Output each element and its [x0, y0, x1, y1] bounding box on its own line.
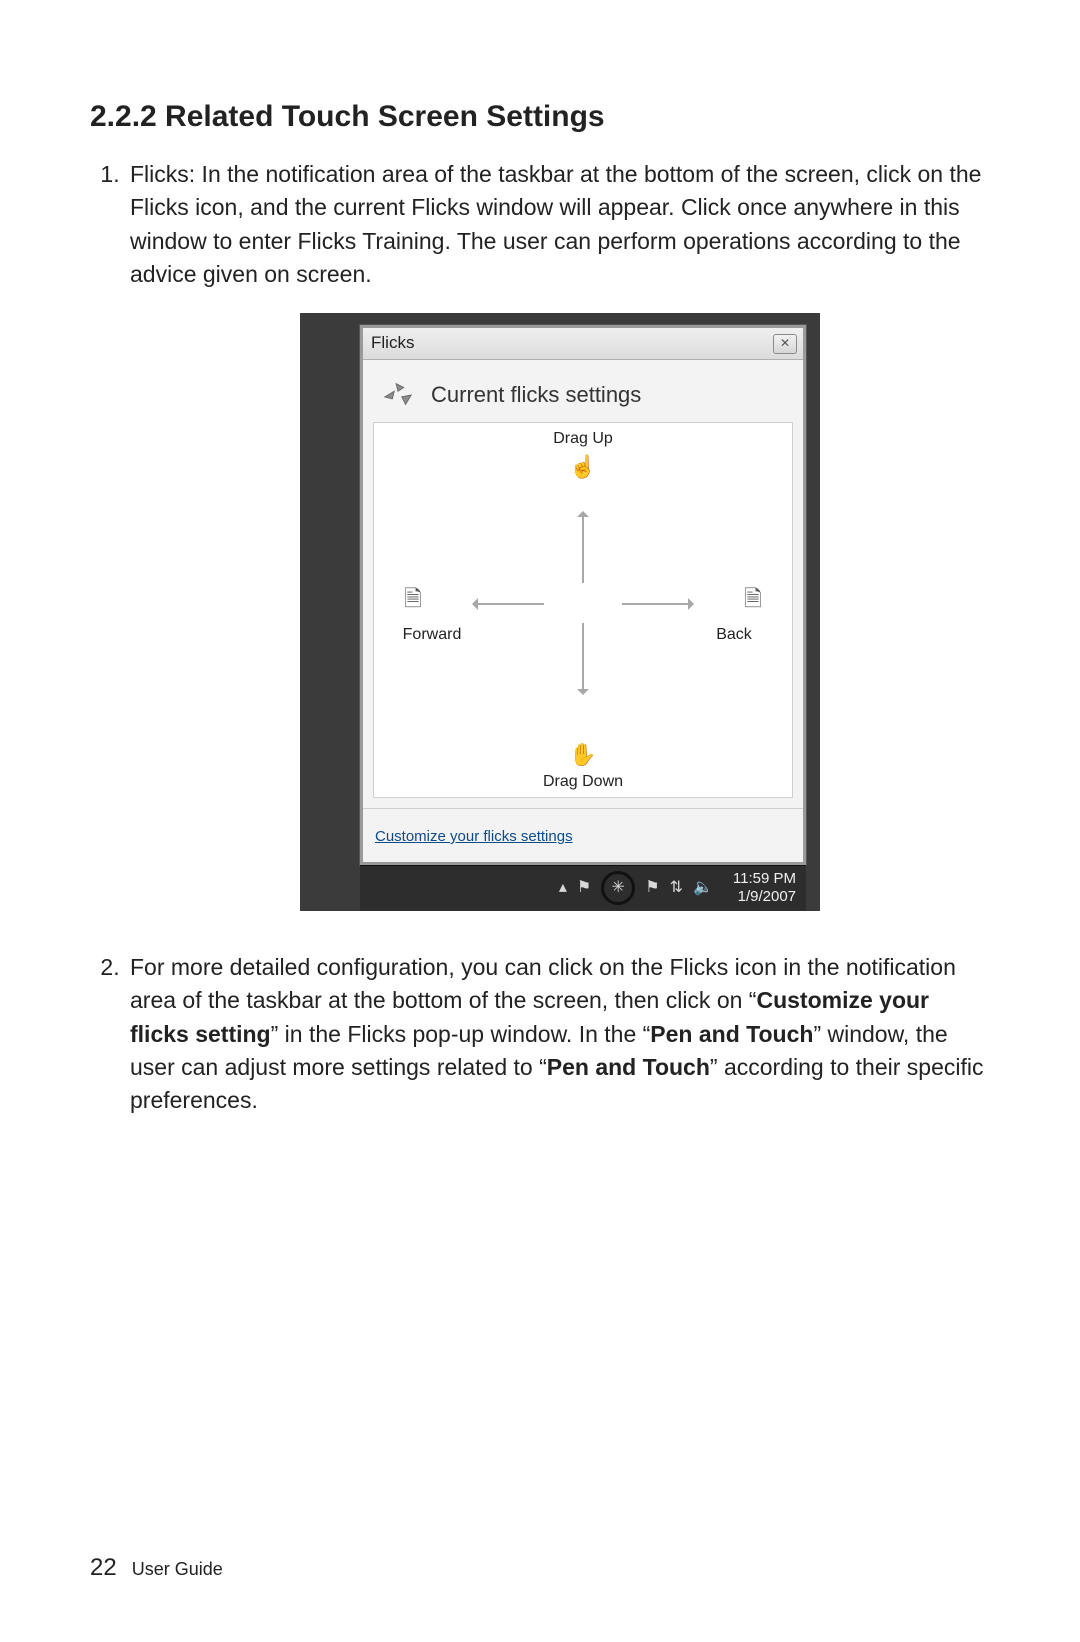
flicks-window-title: Flicks [371, 331, 414, 356]
taskbar: ▴ ⚑ ✳ ⚑ ⇅ 🔈 11:59 PM 1/9/2007 [360, 865, 806, 911]
step-1-text: Flicks: In the notification area of the … [130, 161, 981, 287]
flicks-icon [379, 378, 417, 412]
step-2-text-c: ” in the Flicks pop-up window. In the “ [271, 1021, 651, 1047]
flicks-header: Current flicks settings [363, 360, 803, 422]
flicks-figure: Flicks ✕ [300, 313, 820, 910]
drag-up-icon: ☝ [568, 451, 598, 481]
volume-icon[interactable]: 🔈 [693, 876, 713, 899]
desktop-background: Flicks ✕ [300, 313, 820, 910]
taskbar-time: 11:59 PM [733, 870, 796, 887]
drag-down-icon: ✋ [568, 739, 598, 769]
drag-up-label: Drag Up [533, 427, 633, 450]
close-button[interactable]: ✕ [773, 334, 797, 354]
flicks-header-text: Current flicks settings [431, 379, 641, 411]
forward-label: Forward [382, 623, 482, 646]
network-icon[interactable]: ⇅ [670, 876, 683, 899]
page-back-icon: 🗎 [738, 583, 768, 613]
numbered-steps: Flicks: In the notification area of the … [90, 158, 990, 1118]
arrow-left-icon [474, 603, 544, 605]
arrow-down-icon [582, 623, 584, 693]
back-label: Back [684, 623, 784, 646]
arrow-up-icon [582, 513, 584, 583]
document-page: 2.2.2 Related Touch Screen Settings Flic… [0, 0, 1080, 1642]
tray-icon[interactable]: ⚑ [645, 876, 659, 899]
page-forward-icon: 🗎 [398, 583, 428, 613]
page-footer: 22 User Guide [90, 1554, 223, 1582]
step-2: For more detailed configuration, you can… [126, 951, 990, 1118]
taskbar-date: 1/9/2007 [733, 888, 796, 905]
show-hidden-icons-icon[interactable]: ▴ [559, 876, 567, 899]
step-2-bold-2: Pen and Touch [650, 1021, 813, 1047]
flicks-tray-icon[interactable]: ✳ [601, 871, 635, 905]
step-2-bold-3: Pen and Touch [547, 1054, 710, 1080]
doc-title: User Guide [132, 1559, 223, 1579]
action-center-icon[interactable]: ⚑ [577, 876, 591, 899]
drag-down-label: Drag Down [533, 770, 633, 793]
arrow-right-icon [622, 603, 692, 605]
flicks-window[interactable]: Flicks ✕ [360, 325, 806, 865]
section-heading: 2.2.2 Related Touch Screen Settings [90, 100, 990, 134]
flicks-titlebar: Flicks ✕ [363, 328, 803, 360]
taskbar-clock[interactable]: 11:59 PM 1/9/2007 [733, 870, 796, 905]
page-number: 22 [90, 1554, 117, 1581]
flicks-footer: Customize your flicks settings [363, 808, 803, 862]
flicks-directions[interactable]: Drag Up ☝ 🗎 Forward 🗎 Back ✋ Drag Dow [373, 422, 793, 798]
close-icon: ✕ [780, 336, 790, 350]
system-tray: ▴ ⚑ ✳ ⚑ ⇅ 🔈 [559, 871, 713, 905]
step-1: Flicks: In the notification area of the … [126, 158, 990, 911]
customize-flicks-link[interactable]: Customize your flicks settings [375, 828, 573, 845]
